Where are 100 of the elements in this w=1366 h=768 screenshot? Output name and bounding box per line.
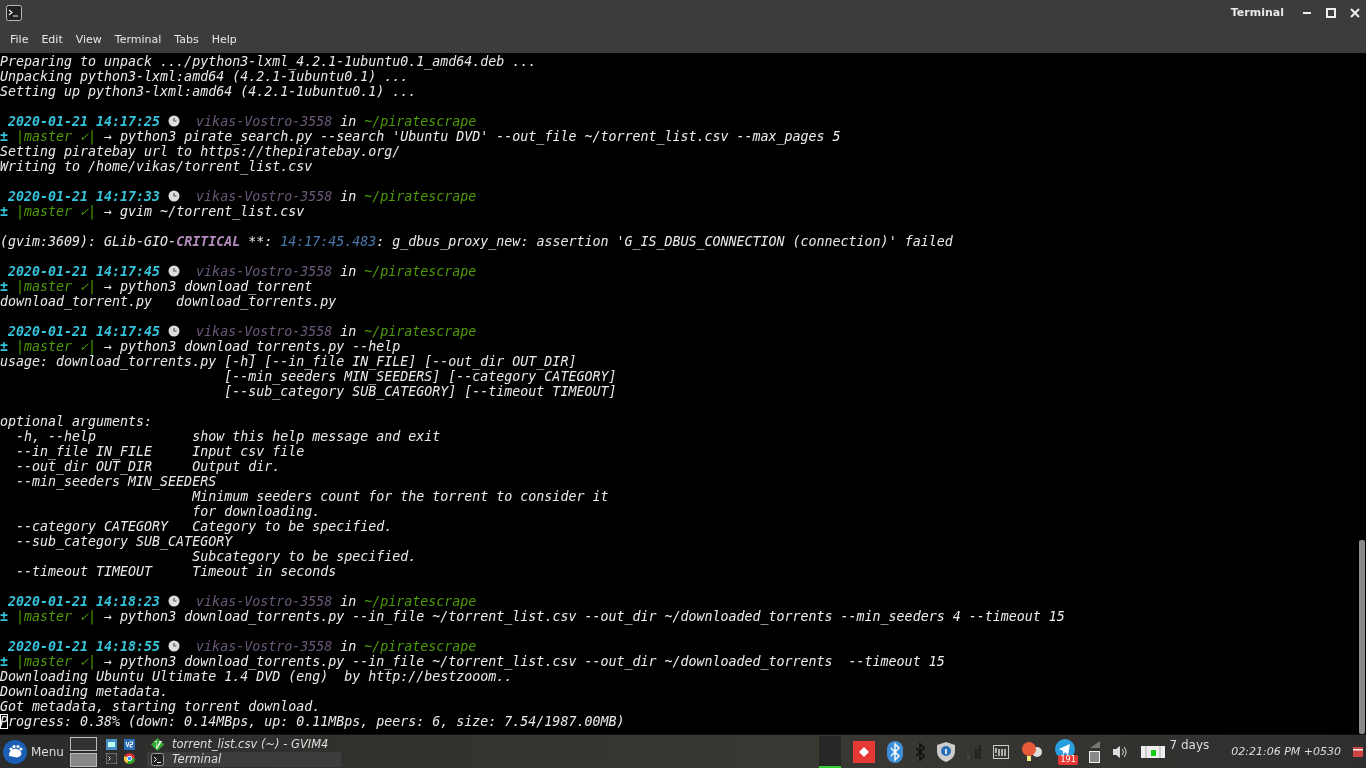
menu-item[interactable]: Tabs bbox=[168, 30, 205, 48]
prompt-host: vikas-Vostro-3558 bbox=[196, 189, 333, 204]
command-text: python3 pirate_search.py --search 'Ubuntu DVD' --out_file ~/torrent_list.csv --max_pages 5 bbox=[120, 129, 841, 144]
menu-label[interactable]: Menu bbox=[31, 744, 64, 759]
clock-text[interactable]: 02:21:06 PM +0530 bbox=[1231, 745, 1341, 758]
output-line: Downloading metadata. bbox=[0, 684, 169, 699]
clock-icon bbox=[168, 190, 181, 202]
notification-badge: 191 bbox=[1058, 754, 1078, 765]
vim-icon bbox=[150, 737, 164, 751]
prompt-path: ~/piratescrape bbox=[364, 264, 477, 279]
menu-item[interactable]: View bbox=[69, 30, 108, 48]
prompt-path: ~/piratescrape bbox=[364, 189, 477, 204]
prompt-date: 2020-01-21 14:17:33 bbox=[8, 189, 161, 204]
clipboard-icon[interactable] bbox=[1089, 750, 1102, 763]
output-line: Writing to /home/vikas/torrent_list.csv bbox=[0, 159, 313, 174]
output-line: Setting up python3-lxml:amd64 (4.2.1-1ubuntu0.1) ... bbox=[0, 84, 417, 99]
git-branch: |master ✓| bbox=[16, 654, 97, 669]
command-text: python3 download_torrents.py --in_file ~/torrent_list.csv --out_dir ~/downloaded_torrents --timeout 15 bbox=[120, 654, 945, 669]
prompt-arrow: → bbox=[104, 204, 113, 219]
prompt-word: in bbox=[340, 264, 357, 279]
command-text: gvim ~/torrent_list.csv bbox=[120, 204, 305, 219]
prompt-host: vikas-Vostro-3558 bbox=[196, 264, 333, 279]
prompt-date: 2020-01-21 14:17:25 bbox=[8, 114, 161, 129]
prompt-host: vikas-Vostro-3558 bbox=[196, 639, 333, 654]
prompt-path: ~/piratescrape bbox=[364, 324, 477, 339]
prompt-sign: ± bbox=[0, 339, 8, 354]
taskbar-window-button[interactable]: Terminal bbox=[146, 751, 341, 767]
git-branch: |master ✓| bbox=[16, 204, 97, 219]
prompt-sign: ± bbox=[0, 279, 8, 294]
workspace-box[interactable] bbox=[69, 736, 97, 751]
menu-item[interactable]: Edit bbox=[35, 30, 69, 48]
output-line: --min_seeders MIN_SEEDERS bbox=[15, 474, 217, 489]
git-branch: |master ✓| bbox=[16, 609, 97, 624]
volume-icon[interactable] bbox=[1113, 744, 1130, 759]
prompt-date: 2020-01-21 14:17:45 bbox=[8, 264, 161, 279]
output-line: optional arguments: bbox=[0, 414, 153, 429]
output-line: Downloading Ubuntu Ultimate 1.4 DVD (eng) by http://bestzooom.. bbox=[0, 669, 513, 684]
trash-icon[interactable] bbox=[1353, 746, 1363, 757]
output-line: --in_file IN_FILE Input csv file bbox=[15, 444, 305, 459]
terminal-icon bbox=[150, 752, 164, 766]
prompt-arrow: → bbox=[104, 609, 113, 624]
output-line: Minimum seeders count for the torrent to consider it bbox=[192, 489, 609, 504]
log-line: (gvim:3609): GLib-GIO-CRITICAL **: 14:17:45.483: g_dbus_proxy_new: assertion 'G_IS_DBUS_CONNECTION (connection)' failed bbox=[0, 234, 953, 249]
prompt-arrow: → bbox=[104, 339, 113, 354]
maximize-icon[interactable] bbox=[1326, 7, 1336, 18]
git-branch: |master ✓| bbox=[16, 129, 97, 144]
close-icon[interactable] bbox=[1350, 7, 1360, 18]
output-line: Subcategory to be specified. bbox=[192, 549, 417, 564]
prompt-arrow: → bbox=[104, 654, 113, 669]
bulb-icon[interactable] bbox=[1021, 740, 1044, 763]
remote-desktop-icon[interactable] bbox=[853, 740, 876, 763]
prompt-word: in bbox=[340, 189, 357, 204]
app-icon[interactable] bbox=[123, 739, 135, 750]
taskbar-window-button[interactable]: torrent_list.csv (~) - GVIM4 bbox=[146, 736, 341, 752]
workspace-box[interactable] bbox=[69, 752, 97, 767]
output-line: for downloading. bbox=[191, 504, 321, 519]
command-text: python3 download_torrent bbox=[120, 279, 313, 294]
clock-icon bbox=[168, 325, 181, 337]
shield-info-icon[interactable] bbox=[937, 741, 956, 762]
output-line: --timeout TIMEOUT Timeout in seconds bbox=[15, 564, 337, 579]
menu-item[interactable]: File bbox=[4, 30, 35, 48]
clock-icon bbox=[168, 595, 181, 607]
prompt-sign: ± bbox=[0, 609, 8, 624]
terminal-icon[interactable] bbox=[105, 753, 117, 764]
git-branch: |master ✓| bbox=[16, 279, 97, 294]
prompt-date: 2020-01-21 14:18:55 bbox=[8, 639, 161, 654]
browser-icon[interactable] bbox=[123, 753, 135, 764]
prompt-path: ~/piratescrape bbox=[364, 594, 477, 609]
prompt-date: 2020-01-21 14:18:23 bbox=[8, 594, 161, 609]
battery-icon[interactable] bbox=[1141, 745, 1166, 758]
output-line: [--sub_category SUB_CATEGORY] [--timeout TIMEOUT] bbox=[223, 384, 617, 399]
bluetooth-icon[interactable] bbox=[887, 740, 904, 763]
command-text: python3 download_torrents.py --help bbox=[120, 339, 401, 354]
output-line: Unpacking python3-lxml:amd64 (4.2.1-1ubuntu0.1) ... bbox=[0, 69, 409, 84]
prompt-sign: ± bbox=[0, 654, 8, 669]
menu-item[interactable]: Terminal bbox=[108, 30, 168, 48]
output-line: -h, --help show this help message and exit bbox=[15, 429, 441, 444]
prompt-sign: ± bbox=[0, 204, 8, 219]
window-icon[interactable] bbox=[105, 739, 117, 750]
clock-icon bbox=[168, 115, 181, 127]
output-line: usage: download_torrents.py [-h] [--in_file IN_FILE] [--out_dir OUT_DIR] bbox=[0, 354, 577, 369]
scrollbar-thumb[interactable] bbox=[1359, 540, 1365, 734]
battery-text: 7 days bbox=[1169, 738, 1210, 752]
prompt-word: in bbox=[340, 639, 357, 654]
paw-logo-icon[interactable] bbox=[3, 739, 27, 764]
prompt-date: 2020-01-21 14:17:45 bbox=[8, 324, 161, 339]
keyboard-icon[interactable] bbox=[993, 744, 1010, 759]
prompt-host: vikas-Vostro-3558 bbox=[196, 114, 333, 129]
prompt-word: in bbox=[340, 594, 357, 609]
prompt-host: vikas-Vostro-3558 bbox=[196, 324, 333, 339]
prompt-path: ~/piratescrape bbox=[364, 639, 477, 654]
display-icon[interactable] bbox=[1090, 740, 1101, 748]
prompt-word: in bbox=[340, 324, 357, 339]
clock-icon bbox=[168, 640, 181, 652]
output-line: Setting piratebay url to https://thepiratebay.org/ bbox=[0, 144, 401, 159]
prompt-arrow: → bbox=[104, 279, 113, 294]
command-text: python3 download_torrents.py --in_file ~/torrent_list.csv --out_dir ~/downloaded_torrents --min_seeders 4 --timeout 15 bbox=[120, 609, 1065, 624]
output-line: --out_dir OUT_DIR Output dir. bbox=[15, 459, 281, 474]
menu-item[interactable]: Help bbox=[205, 30, 243, 48]
output-line: Got metadata, starting torrent download. bbox=[0, 699, 321, 714]
